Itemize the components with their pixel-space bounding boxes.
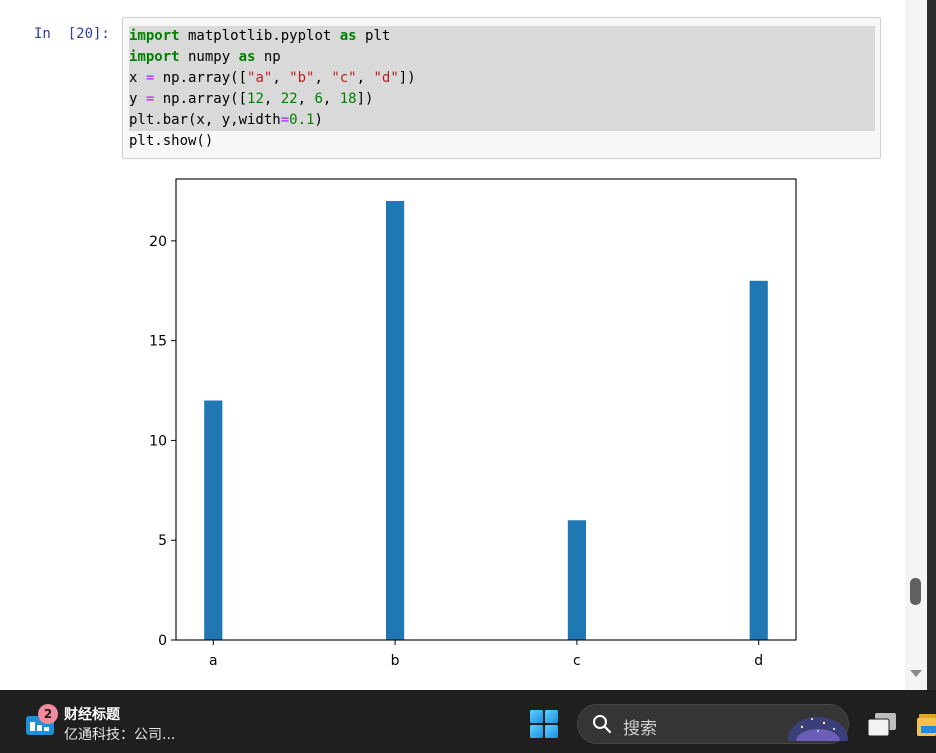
code-token: ,: [356, 70, 374, 86]
code-token: np: [255, 49, 281, 65]
bar-chart: 0 5 10 15 20 a b c d: [149, 178, 797, 669]
code-token: "b": [289, 70, 315, 86]
code-token: x: [129, 70, 146, 86]
x-axis: a b c d: [209, 640, 763, 669]
code-token: plt.bar(x, y,width: [129, 112, 281, 128]
y-tick-label: 15: [149, 334, 167, 350]
code-token: as: [238, 49, 256, 65]
code-token: "a": [247, 70, 273, 86]
x-tick-label: a: [209, 653, 218, 669]
code-editor[interactable]: import matplotlib.pyplot as plt import nu…: [129, 26, 875, 152]
x-tick-label: c: [573, 653, 581, 669]
plot-frame: [175, 178, 797, 641]
taskbar-search-box[interactable]: 搜索: [577, 704, 849, 744]
news-subtitle[interactable]: 亿通科技：公司...: [64, 724, 175, 744]
bar-c: [567, 520, 586, 640]
task-view-icon[interactable]: [866, 710, 898, 738]
code-token: ]): [356, 91, 374, 107]
code-token: "d": [373, 70, 399, 86]
code-token: import: [129, 28, 180, 44]
code-line: import numpy as np: [129, 47, 875, 68]
scrollbar-thumb[interactable]: [910, 578, 921, 605]
code-line: import matplotlib.pyplot as plt: [129, 26, 875, 47]
code-token: numpy: [179, 49, 239, 65]
news-badge: 2: [38, 704, 58, 724]
bar-b: [386, 200, 405, 640]
code-line-text: plt.show(): [129, 133, 213, 149]
y-tick-label: 20: [149, 234, 167, 250]
code-token: y: [129, 91, 146, 107]
code-token: 22: [280, 91, 298, 107]
vertical-scrollbar[interactable]: [905, 0, 927, 690]
code-token: 0.1: [289, 112, 315, 128]
bar-d: [749, 280, 768, 640]
x-tick-label: b: [391, 653, 400, 669]
news-title[interactable]: 财经标题: [64, 704, 120, 724]
code-token: ,: [314, 70, 332, 86]
windows-start-icon[interactable]: [529, 709, 559, 739]
code-token: 6: [314, 91, 323, 107]
file-explorer-icon[interactable]: [917, 710, 936, 738]
search-highlight-icon: [788, 717, 848, 741]
code-token: np.array([: [154, 70, 248, 86]
code-line: plt.show(): [129, 131, 875, 152]
y-tick-label: 10: [149, 433, 167, 449]
code-line: x = np.array(["a", "b", "c", "d"]): [129, 68, 875, 89]
code-token: as: [339, 28, 357, 44]
y-tick-label: 5: [158, 533, 167, 549]
code-token: 12: [247, 91, 264, 107]
code-token: ,: [297, 91, 315, 107]
code-line: plt.bar(x, y,width=0.1): [129, 110, 875, 131]
search-icon: [593, 715, 612, 734]
y-tick-label: 0: [158, 633, 167, 649]
chart-bars: [204, 200, 768, 640]
code-token: =: [280, 112, 290, 128]
scroll-down-arrow-icon[interactable]: [910, 670, 922, 677]
cell-prompt: In [20]:: [34, 26, 110, 42]
y-axis: 0 5 10 15 20: [149, 234, 176, 649]
code-token: plt: [356, 28, 391, 44]
search-placeholder: 搜索: [623, 719, 657, 739]
code-token: import: [129, 49, 180, 65]
code-token: ,: [322, 91, 340, 107]
code-line: y = np.array([12, 22, 6, 18]): [129, 89, 875, 110]
code-token: ]): [398, 70, 416, 86]
notebook-area: In [20]: import matplotlib.pyplot as plt…: [0, 0, 905, 690]
code-token: "c": [331, 70, 357, 86]
code-token: 18: [339, 91, 357, 107]
bar-a: [204, 400, 223, 640]
code-token: ,: [272, 70, 290, 86]
code-token: ,: [263, 91, 281, 107]
code-token: matplotlib.pyplot: [179, 28, 340, 44]
code-token: ): [314, 112, 323, 128]
code-token: np.array([: [154, 91, 248, 107]
x-tick-label: d: [754, 653, 763, 669]
code-cell[interactable]: import matplotlib.pyplot as plt import nu…: [122, 17, 881, 159]
window-edge: [927, 0, 936, 690]
code-token: plt.show(): [129, 133, 214, 149]
